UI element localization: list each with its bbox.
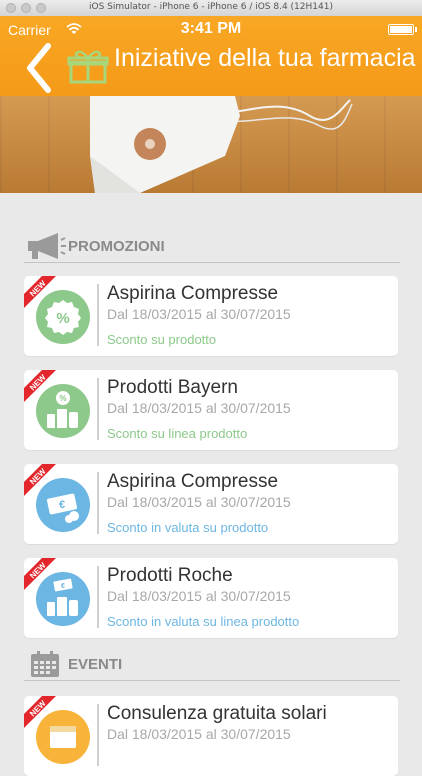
megaphone-icon [28, 233, 66, 259]
card-title: Consulenza gratuita solari [107, 703, 327, 724]
battery-icon [388, 24, 417, 35]
promotion-card[interactable]: NEW % Prodotti Bayern Dal 18/03/2015 al … [24, 370, 398, 450]
card-date: Dal 18/03/2015 al 30/07/2015 [107, 400, 291, 416]
status-time: 3:41 PM [180, 20, 242, 37]
card-date: Dal 18/03/2015 al 30/07/2015 [107, 726, 291, 742]
card-title: Prodotti Bayern [107, 377, 238, 398]
section-title: EVENTI [68, 656, 123, 673]
section-eventi: EVENTI [24, 648, 400, 681]
card-type: Sconto su linea prodotto [107, 426, 248, 441]
card-date: Dal 18/03/2015 al 30/07/2015 [107, 494, 291, 510]
status-bar: Carrier 3:41 PM [0, 16, 422, 42]
page-title: Iniziative della tua farmacia [114, 44, 416, 72]
card-type: Sconto in valuta su linea prodotto [107, 614, 300, 629]
promotion-card[interactable]: NEW % Aspirina Compresse Dal 18/03/2015 … [24, 276, 398, 356]
svg-text:%: % [59, 394, 66, 403]
card-divider [97, 704, 99, 766]
card-divider [97, 378, 99, 440]
card-divider [97, 566, 99, 628]
card-divider [97, 472, 99, 534]
event-card[interactable]: NEW Consulenza gratuita solari Dal 18/03… [24, 696, 398, 776]
card-title: Prodotti Roche [107, 565, 233, 586]
card-type: Sconto in valuta su prodotto [107, 520, 269, 535]
svg-text:%: % [56, 310, 69, 327]
simulator-titlebar: iOS Simulator - iPhone 6 - iPhone 6 / iO… [0, 0, 422, 17]
banner-image [0, 96, 422, 193]
window-title: iOS Simulator - iPhone 6 - iPhone 6 / iO… [89, 2, 333, 12]
euro-bill-icon: € [36, 478, 90, 532]
card-date: Dal 18/03/2015 al 30/07/2015 [107, 588, 291, 604]
percent-icon: % [36, 290, 90, 344]
svg-text:€: € [61, 583, 65, 590]
calendar-icon [31, 651, 59, 677]
app-header: Carrier 3:41 PM Iniziative della tua far… [0, 16, 422, 96]
price-tag-illustration [90, 96, 353, 193]
gift-icon [67, 50, 109, 84]
card-date: Dal 18/03/2015 al 30/07/2015 [107, 306, 291, 322]
section-title: PROMOZIONI [68, 238, 165, 255]
product-line-icon: % [36, 384, 90, 438]
nav-bar: Iniziative della tua farmacia [0, 42, 422, 96]
card-divider [97, 284, 99, 346]
card-title: Aspirina Compresse [107, 471, 279, 492]
event-icon [36, 710, 90, 764]
back-chevron-icon[interactable] [20, 40, 60, 96]
card-type: Sconto su prodotto [107, 332, 217, 347]
promotion-card[interactable]: NEW € Prodotti Roche Dal 18/03/2015 al 3… [24, 558, 398, 638]
euro-product-line-icon: € [36, 572, 90, 626]
promotion-card[interactable]: NEW € Aspirina Compresse Dal 18/03/2015 … [24, 464, 398, 544]
svg-text:€: € [59, 499, 65, 511]
section-promozioni: PROMOZIONI [24, 230, 400, 263]
card-title: Aspirina Compresse [107, 283, 279, 304]
